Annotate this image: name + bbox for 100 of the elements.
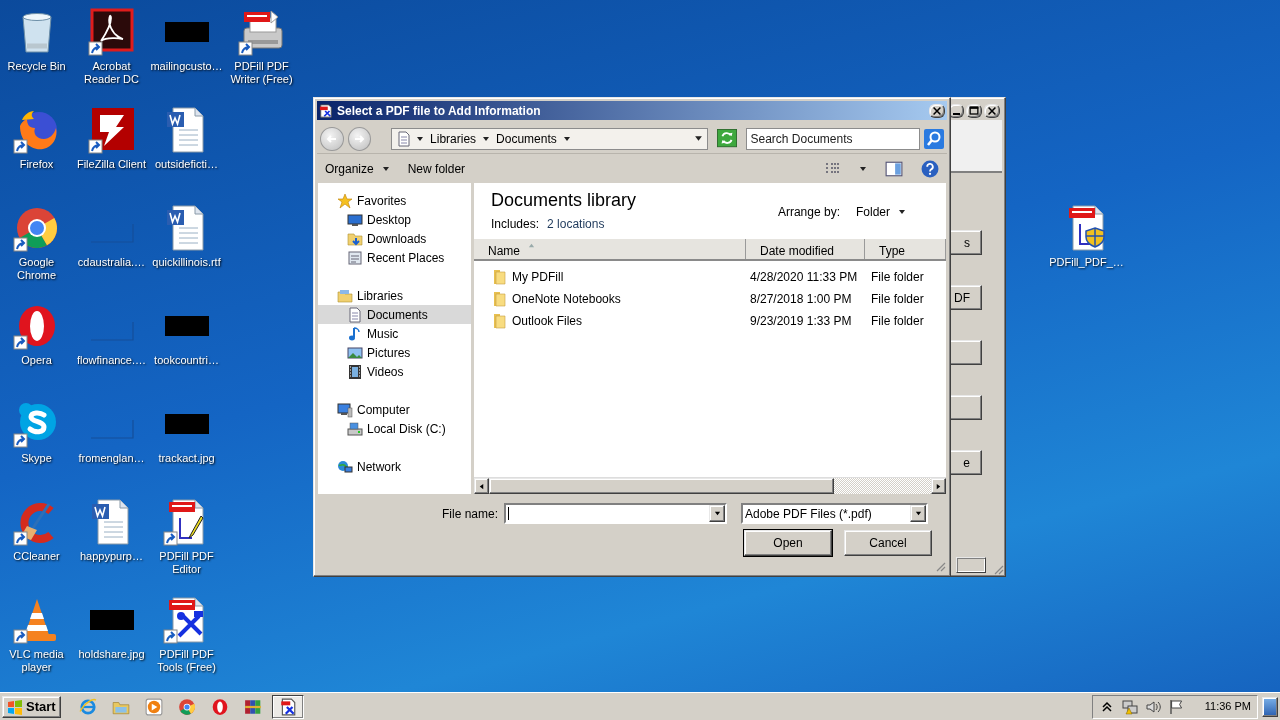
taskbar-button[interactable] [271,694,304,719]
document-icon [396,130,413,147]
nav-label[interactable]: Libraries [357,286,404,305]
nav-item[interactable]: Favorites [318,191,471,210]
column-header[interactable]: Name [474,239,746,259]
help-icon[interactable] [921,159,939,178]
icon-label[interactable]: Firefox [19,158,54,171]
organize-menu[interactable]: Organize [325,159,390,178]
printer-icon[interactable] [237,8,286,56]
caret-icon[interactable] [859,164,867,173]
caret-icon[interactable] [416,134,425,143]
dropdown-arrow-icon[interactable] [693,134,703,143]
icon-label[interactable]: PDFill PDF Writer (Free) [224,60,299,86]
icon-label[interactable]: PDFill_PDF_… [1049,256,1124,269]
icon-label[interactable]: fromenglan… [78,452,145,465]
caret-icon[interactable] [562,134,571,143]
icon-label[interactable]: Google Chrome [0,256,74,282]
nav-label[interactable]: Music [367,324,399,343]
icon-label[interactable]: VLC media player [0,648,74,674]
file-name[interactable]: Outlook Files [512,312,583,330]
breadcrumb[interactable]: Documents [494,129,559,148]
resize-grip-icon[interactable] [934,560,946,572]
nav-item[interactable]: Pictures [318,343,471,362]
icon-label[interactable]: Opera [21,354,52,367]
clock[interactable]: 11:36 PM [1204,698,1251,715]
file-type-dropdown[interactable]: Adobe PDF Files (*.pdf) [741,503,928,524]
dropdown-arrow-icon[interactable] [713,510,721,517]
flag-icon[interactable] [1167,698,1184,715]
nav-label[interactable]: Videos [367,362,404,381]
nav-item[interactable]: Desktop [318,210,471,229]
ftp-client-icon[interactable] [87,106,136,154]
cancel-button[interactable]: Cancel [844,530,932,556]
nav-label[interactable]: Pictures [367,343,411,362]
search-button[interactable] [924,128,944,149]
resize-grip-icon[interactable] [992,563,1004,575]
nav-label[interactable]: Favorites [357,191,407,210]
nav-label[interactable]: Recent Places [367,248,445,267]
nav-label[interactable]: Computer [357,400,410,419]
field-label: File name: [440,505,499,523]
show-desktop-button[interactable] [1262,696,1278,717]
folder-download-icon [347,230,363,247]
icon-label[interactable]: CCleaner [13,550,60,563]
caret-icon[interactable] [482,134,491,143]
column-header[interactable]: Date modified [746,239,865,259]
nav-item[interactable]: Documents [318,305,471,324]
file-name[interactable]: OneNote Notebooks [512,290,621,308]
nav-item[interactable]: Music [318,324,471,343]
scroll-right-button[interactable] [931,478,946,494]
nav-item[interactable]: Network [318,457,471,476]
forward-button[interactable] [347,126,372,151]
nav-item[interactable]: Videos [318,362,471,381]
address-bar[interactable]: Libraries Documents [391,127,708,150]
icon-label[interactable]: cdaustralia.… [77,256,146,269]
icon-label[interactable]: flowfinance.… [76,354,147,367]
icon-label[interactable]: quickillinois.rtf [152,256,221,269]
new-folder-button[interactable]: New folder [407,159,466,178]
icon-label[interactable]: holdshare.jpg [78,648,145,661]
file-name[interactable]: My PDFill [512,268,564,286]
close-button[interactable] [984,103,1000,118]
icon-label[interactable]: outsideficti… [155,158,218,171]
close-button[interactable] [929,103,945,118]
icon-label[interactable]: Skype [21,452,52,465]
nav-label[interactable]: Local Disk (C:) [367,419,446,438]
icon-label[interactable]: Acrobat Reader DC [74,60,149,86]
nav-item[interactable]: Computer [318,400,471,419]
pdf-reader-icon[interactable] [87,8,136,56]
open-button[interactable]: Open [744,530,832,556]
icon-label[interactable]: happypurp… [80,550,143,563]
icon-label[interactable]: mailingcusto… [150,60,223,73]
breadcrumb[interactable]: Libraries [428,129,479,148]
icon-label[interactable]: Recycle Bin [7,60,66,73]
refresh-button[interactable] [715,128,738,149]
icon-label[interactable]: PDFill PDF Editor [149,550,224,576]
nav-label[interactable]: Desktop [367,210,412,229]
nav-label[interactable]: Network [357,457,401,476]
icon-label[interactable]: trackact.jpg [158,452,215,465]
dropdown-arrow-icon[interactable] [914,510,922,517]
locations-link[interactable]: 2 locations [547,215,605,233]
icon-label[interactable]: FileZilla Client [76,158,147,171]
status-field [956,557,986,573]
network-status-icon[interactable] [1121,698,1138,715]
nav-label[interactable]: Downloads [367,229,427,248]
nav-item[interactable]: Libraries [318,286,471,305]
scroll-left-button[interactable] [474,478,489,494]
start-button[interactable]: Start [2,695,61,718]
nav-item[interactable]: Downloads [318,229,471,248]
maximize-button[interactable] [966,103,982,118]
nav-item[interactable]: Local Disk (C:) [318,419,471,438]
search-field[interactable]: Search Documents [745,127,920,150]
nav-label[interactable]: Documents [367,305,428,324]
nav-item[interactable]: Recent Places [318,248,471,267]
speaker-icon[interactable] [1144,698,1161,715]
back-button[interactable] [320,126,344,151]
scrollbar-thumb[interactable] [489,478,834,494]
preview-pane-icon[interactable] [885,159,903,178]
icon-label[interactable]: tookcountri… [154,354,219,367]
file-name-field[interactable] [504,503,727,524]
arrange-dropdown[interactable]: Folder [856,203,906,221]
column-header[interactable]: Type [865,239,946,259]
icon-label[interactable]: PDFill PDF Tools (Free) [149,648,224,674]
